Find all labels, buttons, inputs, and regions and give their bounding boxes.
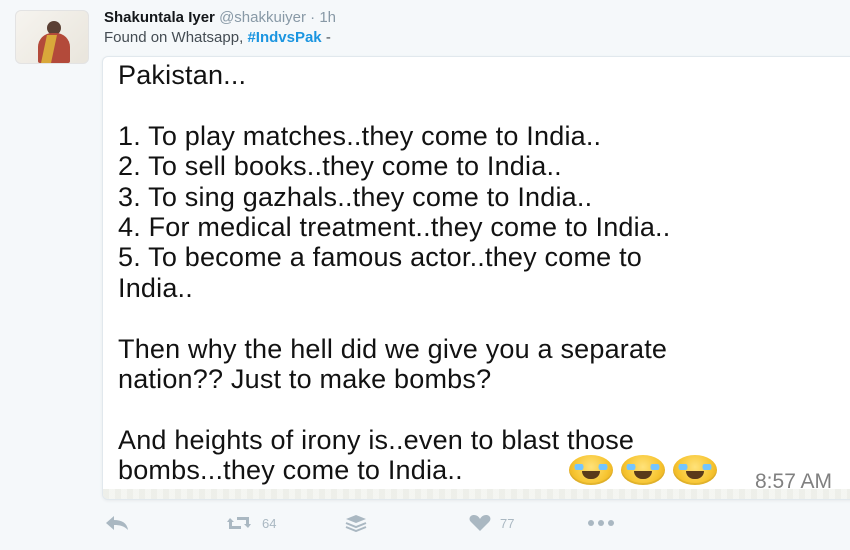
avatar[interactable] [15, 10, 89, 64]
like-count: 77 [500, 515, 515, 531]
heart-icon [468, 514, 492, 532]
retweet-button[interactable]: 64 [224, 514, 276, 532]
reply-icon [104, 514, 130, 532]
separator: · [310, 9, 316, 26]
tears-of-joy-icon [621, 455, 665, 485]
author-name[interactable]: Shakuntala Iyer [104, 9, 215, 26]
tweet-time[interactable]: 1h [319, 9, 336, 26]
media-card-text: Pakistan... 1. To play matches..they com… [118, 60, 671, 486]
tweet-text-suffix: - [325, 29, 331, 46]
media-card[interactable]: Pakistan... 1. To play matches..they com… [102, 56, 850, 500]
tweet-actions: 64 77 [104, 514, 624, 536]
more-icon [586, 514, 616, 532]
emoji-row [569, 455, 717, 485]
tweet-header: Shakuntala Iyer @shakkuiyer · 1h [104, 9, 336, 26]
tweet-text: Found on Whatsapp, #IndvsPak - [104, 29, 331, 46]
tears-of-joy-icon [569, 455, 613, 485]
layers-icon [344, 514, 368, 532]
like-button[interactable]: 77 [468, 514, 514, 532]
retweet-count: 64 [262, 515, 277, 531]
reply-button[interactable] [104, 514, 130, 532]
image-bottom-strip [103, 489, 850, 499]
author-handle[interactable]: @shakkuiyer [219, 9, 306, 26]
hashtag-link[interactable]: #IndvsPak [247, 29, 321, 46]
more-button[interactable] [586, 514, 616, 532]
tears-of-joy-icon [673, 455, 717, 485]
tweet-text-prefix: Found on Whatsapp, [104, 29, 244, 46]
retweet-icon [224, 514, 254, 532]
layers-button[interactable] [344, 514, 368, 532]
